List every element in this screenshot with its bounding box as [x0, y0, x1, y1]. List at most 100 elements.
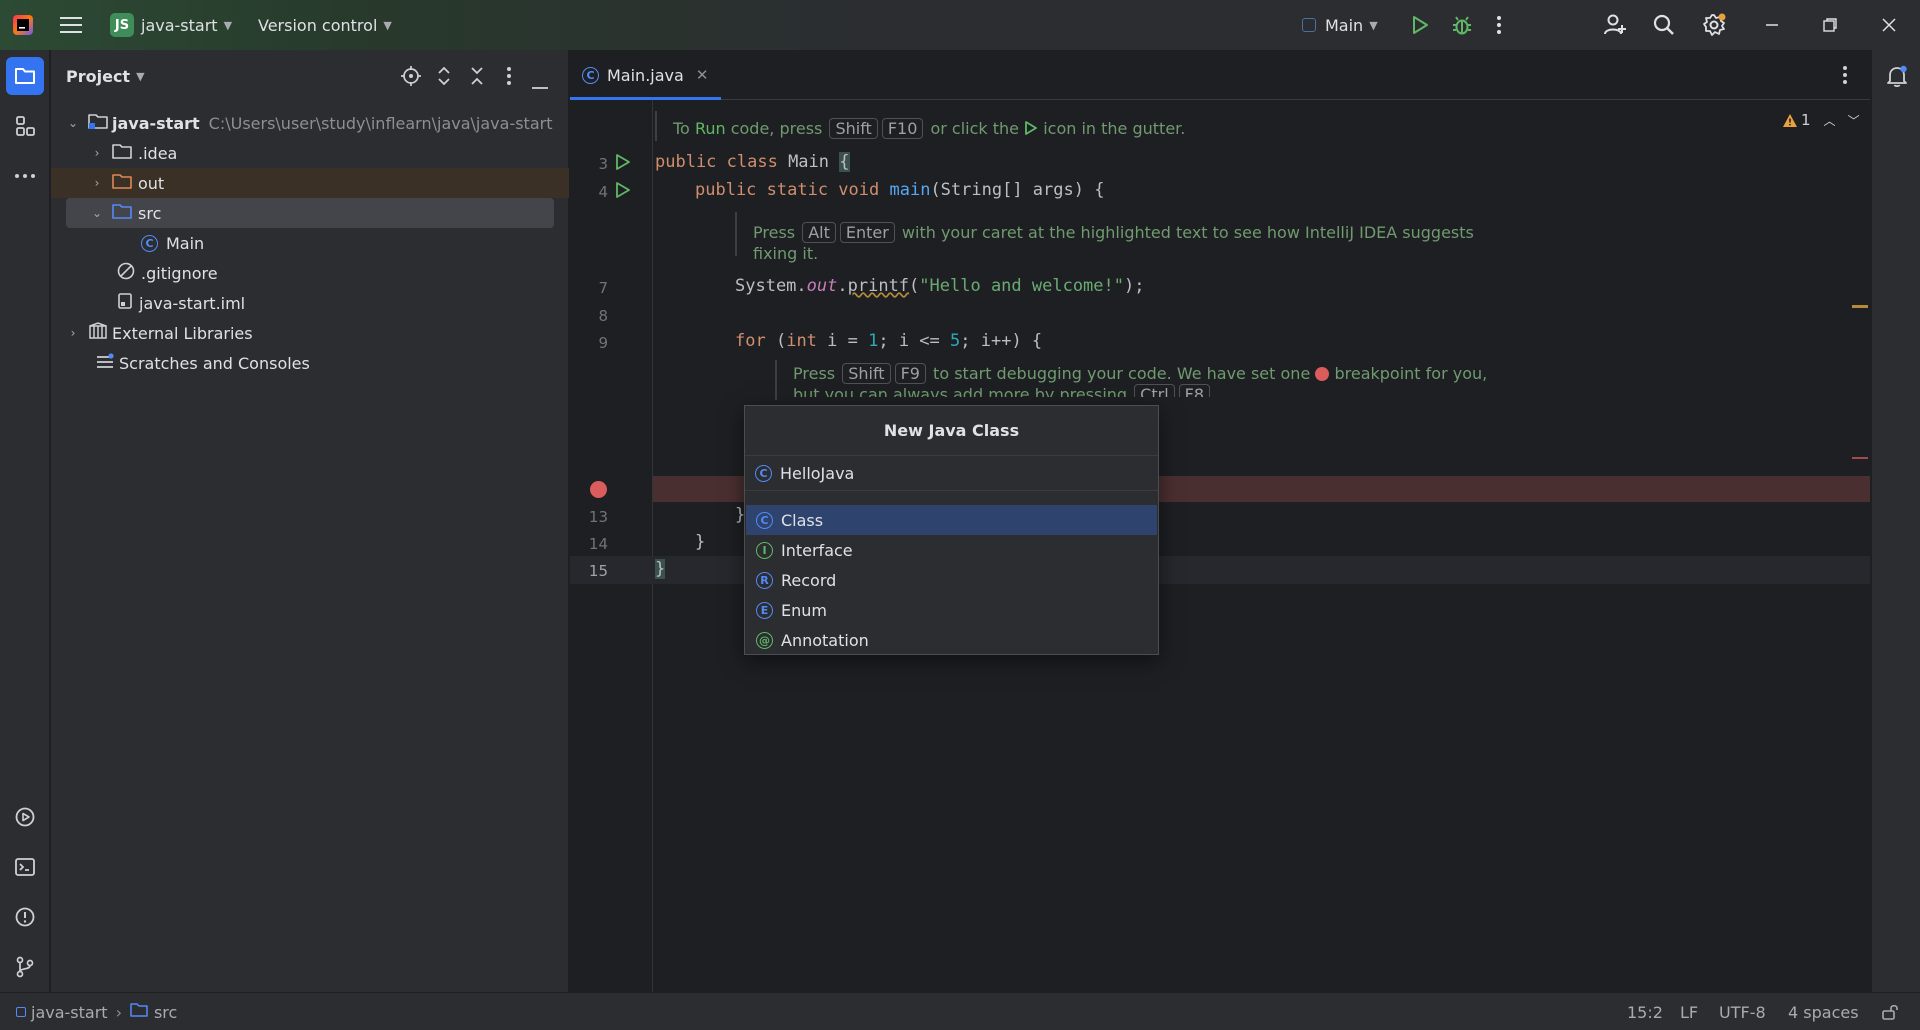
alt-enter-hint: Press Alt Enter with your caret at the hi… [753, 222, 1474, 263]
breakpoint-icon[interactable] [590, 481, 607, 498]
next-highlight-icon[interactable]: ﹀ [1848, 112, 1860, 129]
code-line-9[interactable]: for (int i = 1; i <= 5; i++) { [735, 331, 1042, 351]
option-class[interactable]: C Class [746, 505, 1157, 535]
class-kind-icon: C [756, 511, 773, 529]
idea-label: .idea [138, 143, 178, 163]
code-line-14[interactable]: } [695, 532, 705, 552]
chevron-down-icon: ▼ [136, 69, 145, 83]
panel-options-icon[interactable] [506, 66, 512, 90]
code-line-4[interactable]: public static void main(String[] args) { [695, 180, 1104, 200]
debug-hint: Press Shift F9 to start debugging your co… [793, 363, 1487, 397]
chevron-down-icon: ▼ [383, 18, 392, 32]
breakpoint-dot-icon [1315, 367, 1330, 381]
run-config-selector[interactable]: Main ▼ [1302, 0, 1378, 50]
class-name-input[interactable]: C HelloJava [745, 455, 1158, 491]
option-annotation[interactable]: @ Annotation [746, 625, 1157, 655]
run-main-gutter-icon[interactable] [615, 182, 631, 202]
notifications-bell-icon[interactable] [1885, 64, 1909, 92]
debug-button[interactable] [1451, 0, 1473, 50]
tree-item-main[interactable]: C Main [51, 228, 569, 258]
hide-panel-icon[interactable] [531, 75, 549, 94]
project-panel: Project ▼ ⌄ java-start C:\Users\user\stu… [51, 50, 569, 992]
chevron-right-icon[interactable]: › [66, 326, 80, 340]
chevron-right-icon: › [115, 1002, 122, 1022]
terminal-icon [15, 858, 35, 876]
expand-all-icon[interactable] [435, 66, 453, 90]
terminal-tool-button[interactable] [6, 848, 44, 886]
editor-options-icon[interactable] [1842, 65, 1848, 89]
option-label: Interface [781, 540, 853, 560]
chevron-right-icon[interactable]: › [90, 176, 104, 190]
class-name-value: HelloJava [780, 463, 855, 483]
code-line-3[interactable]: public class Main { [655, 152, 850, 172]
settings-gear-icon[interactable] [1702, 0, 1726, 50]
tree-item-out[interactable]: › out [51, 168, 569, 198]
run-icon [1413, 16, 1428, 34]
chevron-down-icon: ▼ [1369, 18, 1378, 32]
option-enum[interactable]: E Enum [746, 595, 1157, 625]
problems-tool-button[interactable] [6, 898, 44, 936]
vcs-menu[interactable]: Version control ▼ [258, 0, 392, 50]
tree-item-gitignore[interactable]: .gitignore [51, 258, 569, 288]
code-line-15[interactable]: } [655, 559, 666, 579]
restore-window-icon[interactable] [1822, 0, 1838, 50]
option-interface[interactable]: I Interface [746, 535, 1157, 565]
option-record[interactable]: R Record [746, 565, 1157, 595]
services-tool-button[interactable] [6, 798, 44, 836]
enum-kind-icon: E [756, 601, 773, 619]
run-class-gutter-icon[interactable] [615, 154, 631, 174]
read-only-lock-icon[interactable] [1881, 993, 1899, 1030]
minimize-window-icon[interactable] [1764, 0, 1780, 50]
previous-highlight-icon[interactable]: ︿ [1824, 112, 1836, 129]
project-name: java-start [141, 15, 218, 35]
app-logo-icon[interactable] [12, 0, 34, 50]
line-number: 13 [588, 508, 608, 526]
more-tools-icon[interactable] [6, 157, 44, 195]
line-number: 3 [598, 155, 608, 173]
hint-border [775, 360, 777, 400]
close-tab-icon[interactable]: ✕ [696, 66, 709, 84]
locate-file-icon[interactable] [401, 66, 421, 90]
tree-item-src[interactable]: ⌄ src [66, 198, 554, 228]
breadcrumb-project[interactable]: java-start [31, 1003, 108, 1022]
code-with-me-icon[interactable] [1603, 0, 1627, 50]
file-encoding[interactable]: UTF-8 [1719, 993, 1766, 1030]
tree-item-external-libraries[interactable]: › External Libraries [51, 318, 569, 348]
search-icon[interactable] [1653, 0, 1675, 50]
tree-item-root[interactable]: ⌄ java-start C:\Users\user\study\inflear… [51, 108, 569, 138]
src-label: src [138, 203, 162, 223]
breakpoint-stripe-mark[interactable] [1852, 457, 1868, 459]
chevron-down-icon[interactable]: ⌄ [66, 116, 80, 130]
main-menu-icon[interactable] [60, 0, 82, 50]
caret-position[interactable]: 15:2 [1627, 993, 1663, 1030]
project-tool-button[interactable] [6, 57, 44, 95]
inspections-widget[interactable]: 1 ︿ ﹀ [1782, 110, 1860, 130]
code-line-7[interactable]: System.out.printf("Hello and welcome!"); [735, 276, 1144, 296]
run-gutter-icon [1025, 121, 1038, 135]
structure-tool-button[interactable] [6, 107, 44, 145]
external-libraries-label: External Libraries [112, 323, 253, 343]
annotation-kind-icon: @ [756, 631, 773, 649]
folder-icon [15, 68, 35, 84]
warning-stripe-mark[interactable] [1852, 305, 1868, 308]
run-button[interactable] [1410, 0, 1430, 50]
indent-settings[interactable]: 4 spaces [1788, 993, 1859, 1030]
tree-item-idea[interactable]: › .idea [51, 138, 569, 168]
collapse-all-icon[interactable] [468, 66, 486, 90]
gutter-divider [652, 100, 653, 992]
main-label: Main [166, 233, 205, 253]
tree-item-iml[interactable]: java-start.iml [51, 288, 569, 318]
chevron-down-icon[interactable]: ⌄ [90, 206, 104, 220]
project-switcher[interactable]: JS java-start ▼ [110, 0, 232, 50]
module-icon [16, 1007, 26, 1017]
chevron-right-icon[interactable]: › [90, 146, 104, 160]
more-actions-icon[interactable] [1496, 0, 1502, 50]
breadcrumb-folder[interactable]: src [154, 1003, 177, 1022]
java-class-icon: C [755, 464, 772, 482]
git-tool-button[interactable] [6, 948, 44, 986]
tab-main-java[interactable]: C Main.java ✕ [582, 50, 708, 100]
close-window-icon[interactable] [1881, 0, 1897, 50]
line-separator[interactable]: LF [1680, 993, 1698, 1030]
tree-item-scratches[interactable]: Scratches and Consoles [51, 348, 569, 378]
project-panel-title[interactable]: Project ▼ [66, 50, 145, 102]
